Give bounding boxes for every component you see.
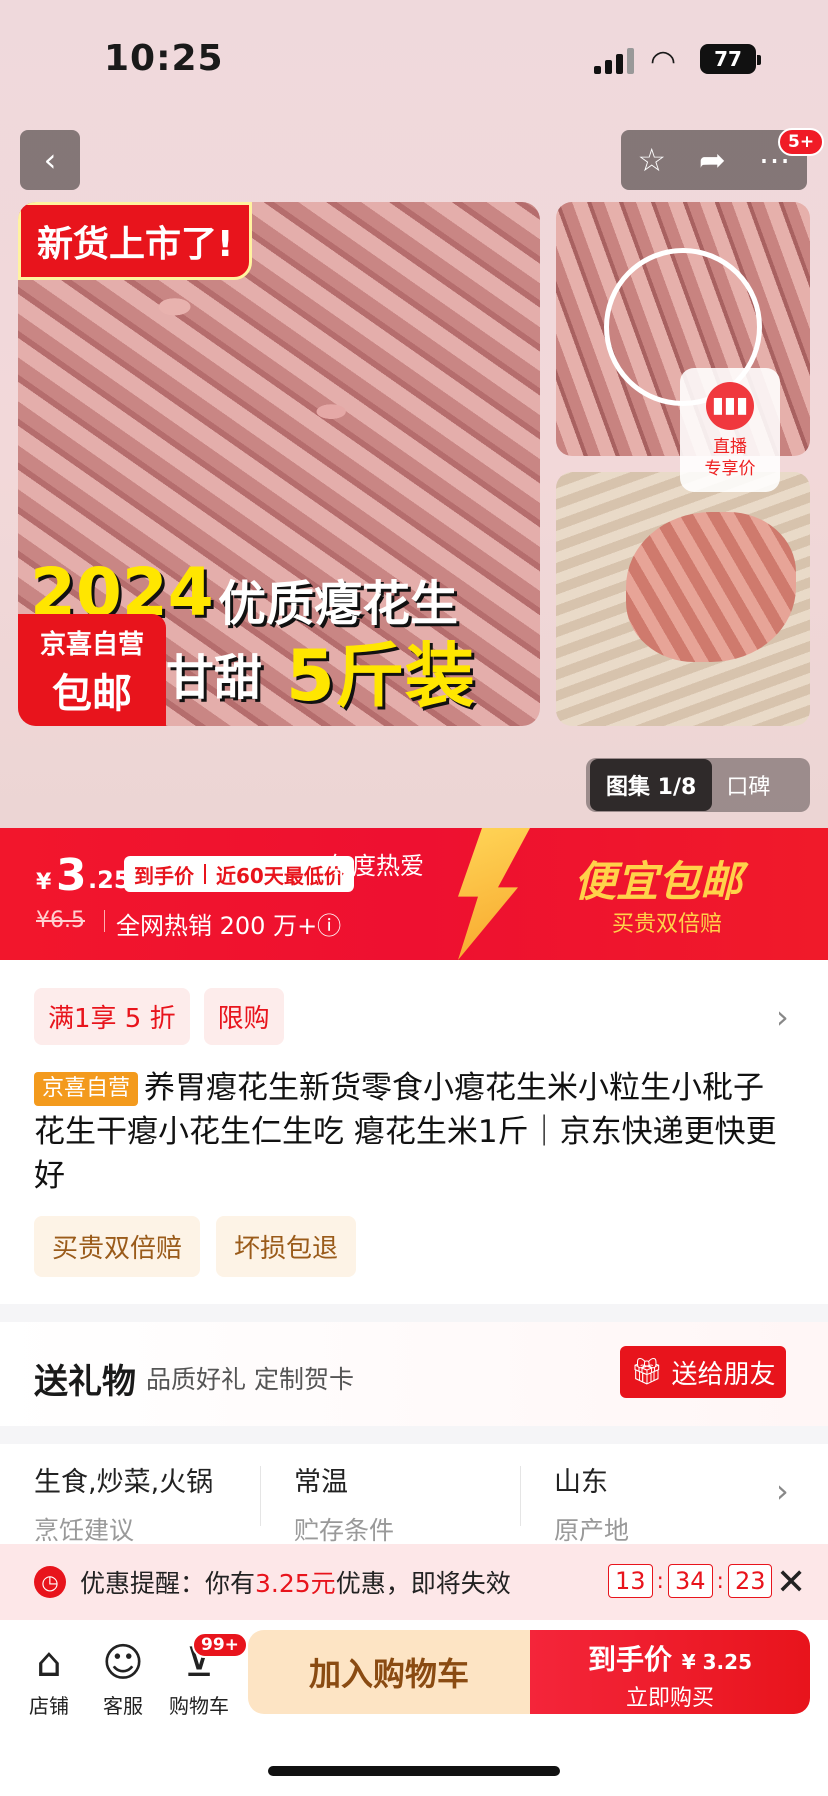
promo-tags[interactable]: 满1享 5 折 限购 <box>34 988 284 1045</box>
live-icon: ▮▮▮ <box>706 382 754 430</box>
guarantee-tags: 买贵双倍赔 坏损包退 <box>34 1216 357 1277</box>
original-price: ¥6.5 <box>36 908 85 933</box>
guarantee-damage-return[interactable]: 坏损包退 <box>216 1216 357 1277</box>
free-shipping-text: 包邮 <box>52 671 132 717</box>
spec-value: 常温 <box>294 1467 348 1498</box>
buy-price-value: ¥ 3.25 <box>681 1650 752 1674</box>
section-divider <box>0 1304 828 1322</box>
live-label: 直播 <box>713 437 747 457</box>
promo-limit[interactable]: 限购 <box>203 988 284 1045</box>
shop-button[interactable]: ⌂ 店铺 <box>12 1636 86 1719</box>
main-product-image[interactable]: 新货上市了! 2024 优质瘪花生 甘甜 5斤装 京喜自营 包邮 <box>18 202 540 726</box>
currency-symbol: ¥ <box>36 870 52 895</box>
product-title-text: 养胃瘪花生新货零食小瘪花生米小粒生小秕子花生干瘪小花生仁生吃 瘪花生米1斤｜京东… <box>34 1070 777 1194</box>
signal-icon <box>594 48 636 74</box>
share-icon[interactable]: ➦ <box>699 141 726 179</box>
buy-price-label: 到手价 <box>588 1643 673 1676</box>
add-to-cart-button[interactable]: 加入购物车 <box>248 1630 530 1714</box>
send-to-friend-button[interactable]: 🎁︎ 送给朋友 <box>620 1346 786 1398</box>
reminder-suffix: 优惠，即将失效 <box>335 1569 511 1598</box>
product-title: 京喜自营 养胃瘪花生新货零食小瘪花生米小粒生小秕子花生干瘪小花生仁生吃 瘪花生米1… <box>34 1066 794 1198</box>
cheap-free-shipping: 便宜包邮 <box>574 857 743 906</box>
reminder-text: 优惠提醒：你有3.25元优惠，即将失效 <box>80 1564 511 1600</box>
spec-key: 贮存条件 <box>294 1516 395 1545</box>
gift-title: 送礼物 <box>34 1362 136 1402</box>
spec-value: 山东 <box>554 1467 608 1498</box>
chevron-right-icon[interactable]: › <box>776 998 789 1036</box>
cart-count-badge: 99+ <box>192 1632 248 1658</box>
back-button[interactable]: ‹ <box>20 130 80 190</box>
buy-now-label: 立即购买 <box>625 1686 714 1711</box>
spec-origin: 山东 原产地 <box>520 1444 780 1545</box>
status-time: 10:25 <box>104 38 224 79</box>
gift-subtitle: 品质好礼 定制贺卡 <box>146 1365 354 1394</box>
timer-hours: 13 <box>608 1564 653 1598</box>
spec-value: 生食,炒菜,火锅 <box>34 1467 214 1498</box>
section-divider <box>0 1426 828 1444</box>
jingxi-self-badge: 京喜自营 包邮 <box>18 614 166 726</box>
buy-now-button[interactable]: 到手价 ¥ 3.25 立即购买 <box>530 1630 810 1714</box>
annual-favorite-text: 年度热爱 <box>328 852 424 880</box>
shop-icon: ⌂ <box>36 1640 62 1686</box>
spec-key: 烹饪建议 <box>34 1516 135 1545</box>
chevron-right-icon[interactable]: › <box>776 1472 789 1510</box>
cart-label: 购物车 <box>169 1694 229 1718</box>
new-arrival-tag: 新货上市了! <box>18 202 253 280</box>
spec-key: 原产地 <box>554 1516 630 1545</box>
sales-count[interactable]: 全网热销 200 万+ⓘ <box>103 906 341 941</box>
close-icon[interactable]: ✕ <box>776 1562 806 1603</box>
notification-badge: 5+ <box>778 128 825 156</box>
scoop-graphic <box>626 512 796 662</box>
tab-gallery[interactable]: 图集 1/8 <box>590 759 713 811</box>
tab-reviews[interactable]: 口碑 <box>712 769 784 801</box>
customer-service-button[interactable]: ☺ 客服 <box>86 1636 160 1719</box>
price-label-tag: 到手价 近60天最低价 <box>124 856 354 892</box>
reminder-amount: 3.25元 <box>255 1569 336 1598</box>
countdown-timer: 13: 34: 23 <box>608 1564 773 1598</box>
shop-label: 店铺 <box>29 1694 69 1718</box>
buy-price-line: 到手价 ¥ 3.25 <box>530 1638 810 1678</box>
image-weight-text: 5斤装 <box>286 635 475 717</box>
wifi-icon: ◠ <box>650 44 677 79</box>
jingxi-self-text: 京喜自营 <box>39 630 144 660</box>
timer-minutes: 34 <box>667 1564 713 1598</box>
spec-cooking: 生食,炒菜,火锅 烹饪建议 <box>0 1444 260 1545</box>
gift-icon: 🎁︎ <box>630 1357 664 1387</box>
reminder-prefix: 优惠提醒：你有 <box>80 1569 256 1598</box>
live-exclusive-label: 专享价 <box>704 459 756 479</box>
promo-discount[interactable]: 满1享 5 折 <box>34 988 190 1045</box>
chat-face-icon: ☺ <box>102 1640 144 1686</box>
send-to-friend-label: 送给朋友 <box>671 1359 776 1390</box>
gallery-tabs: 图集 1/8 口碑 <box>586 758 810 812</box>
favorite-star-icon[interactable]: ☆ <box>637 141 666 179</box>
self-operated-tag: 京喜自营 <box>34 1072 139 1106</box>
thumbnail-image-2[interactable] <box>556 472 810 726</box>
price-guarantee-text: 买贵双倍赔 <box>612 912 723 937</box>
service-label: 客服 <box>103 1694 143 1718</box>
home-indicator[interactable] <box>268 1766 560 1776</box>
final-price-label: 到手价 <box>134 863 194 888</box>
price-integer: 3 <box>56 850 87 901</box>
guarantee-double-pay[interactable]: 买贵双倍赔 <box>34 1216 201 1277</box>
clock-icon: ◷ <box>34 1566 66 1598</box>
spec-storage: 常温 贮存条件 <box>260 1444 520 1545</box>
image-sweet-text: 甘甜 <box>166 650 263 706</box>
timer-seconds: 23 <box>727 1564 773 1598</box>
battery-icon: 77 <box>700 44 761 74</box>
product-specs[interactable]: 生食,炒菜,火锅 烹饪建议 常温 贮存条件 山东 原产地 <box>0 1444 828 1545</box>
live-price-button[interactable]: ▮▮▮ 直播 专享价 <box>680 368 780 492</box>
